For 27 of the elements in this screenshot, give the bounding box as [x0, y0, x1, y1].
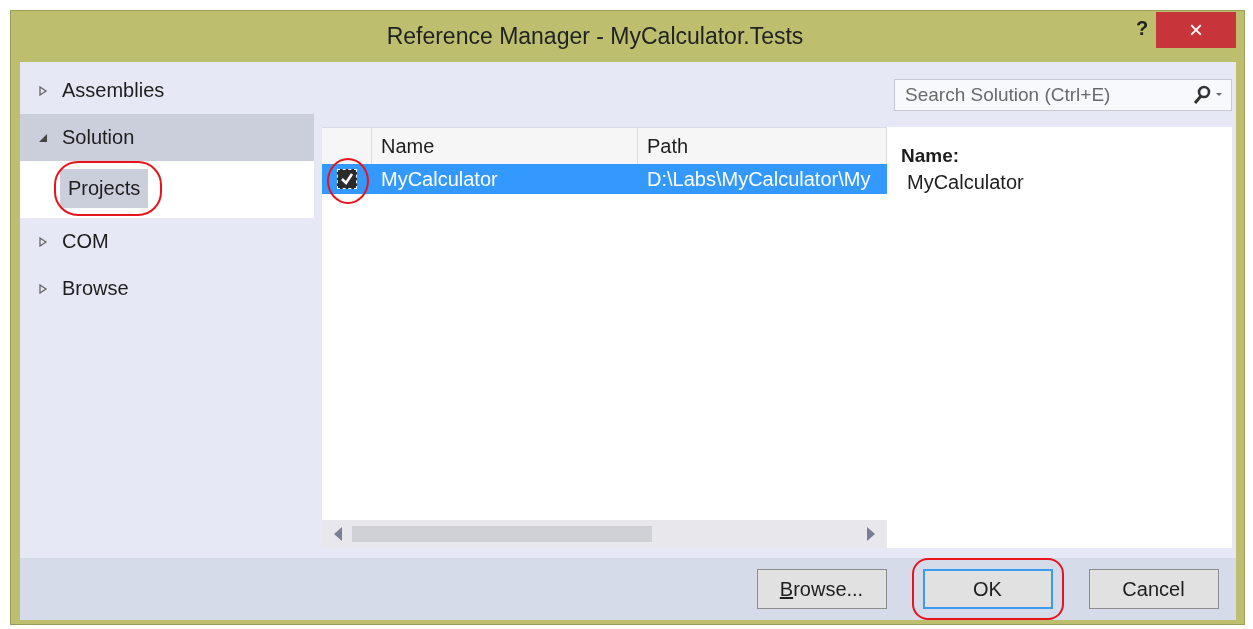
nav-item[interactable]: Browse [20, 265, 314, 312]
nav-item[interactable]: COM [20, 218, 314, 265]
dialog-button[interactable]: OK [922, 569, 1053, 609]
expand-triangle-icon[interactable] [38, 85, 48, 96]
search-box[interactable]: Search Solution (Ctrl+E) [894, 78, 1232, 111]
dialog-button[interactable]: Browse... [756, 569, 887, 609]
scroll-right-icon[interactable] [867, 527, 875, 541]
checkbox[interactable] [337, 169, 357, 189]
close-button[interactable]: × [1156, 11, 1236, 48]
expand-triangle-icon[interactable] [38, 236, 48, 247]
nav-item[interactable]: Solution [20, 114, 314, 161]
nav-subitem[interactable]: Projects [60, 169, 149, 208]
horizontal-scrollbar[interactable] [322, 520, 887, 548]
collapse-triangle-icon[interactable] [38, 132, 48, 143]
scrollbar-thumb[interactable] [352, 526, 652, 542]
search-icon[interactable] [1193, 84, 1223, 105]
expand-triangle-icon[interactable] [38, 283, 48, 294]
scroll-left-icon[interactable] [334, 527, 342, 541]
nav-item[interactable]: Assemblies [20, 67, 314, 114]
window-title: Reference Manager - MyCalculator.Tests [385, 23, 805, 50]
details-label: Name: [901, 145, 961, 167]
project-name: MyCalculator [381, 167, 498, 190]
project-path: D:\Labs\MyCalculator\My [647, 167, 871, 190]
details-value: MyCalculator [906, 171, 1025, 194]
help-button[interactable]: ? [1130, 16, 1154, 41]
search-input[interactable]: Search Solution (Ctrl+E) [903, 82, 1193, 107]
dialog-button[interactable]: Cancel [1088, 569, 1219, 609]
